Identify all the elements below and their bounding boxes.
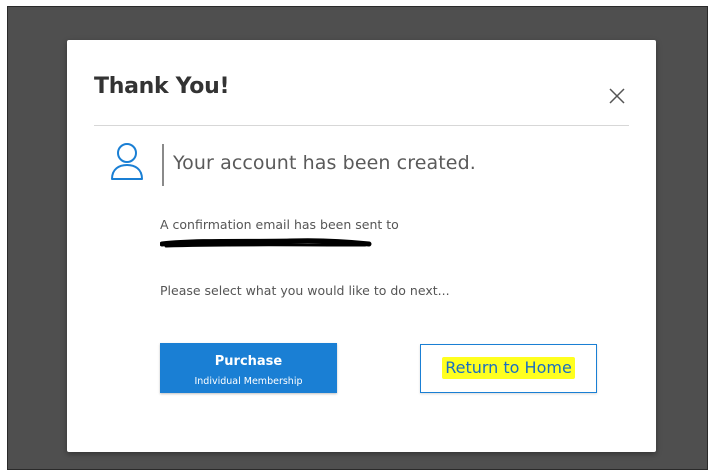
purchase-button-label: Purchase: [214, 353, 283, 369]
purchase-button-sublabel: Individual Membership: [194, 375, 303, 387]
modal-title: Thank You!: [94, 74, 230, 99]
thank-you-modal: Thank You! Your account has been created…: [67, 40, 656, 452]
close-button[interactable]: [607, 86, 627, 106]
next-step-text: Please select what you would like to do …: [160, 283, 450, 298]
close-icon: [609, 88, 625, 104]
vertical-separator: [162, 144, 164, 186]
return-to-home-button[interactable]: Return to Home: [420, 344, 597, 393]
purchase-button[interactable]: Purchase Individual Membership: [160, 343, 337, 393]
header-divider: [94, 125, 629, 126]
redacted-email: [160, 236, 372, 250]
confirmation-text: A confirmation email has been sent to: [160, 217, 399, 232]
account-created-headline: Your account has been created.: [173, 152, 476, 174]
user-icon: [109, 141, 145, 181]
return-to-home-label: Return to Home: [442, 357, 575, 379]
